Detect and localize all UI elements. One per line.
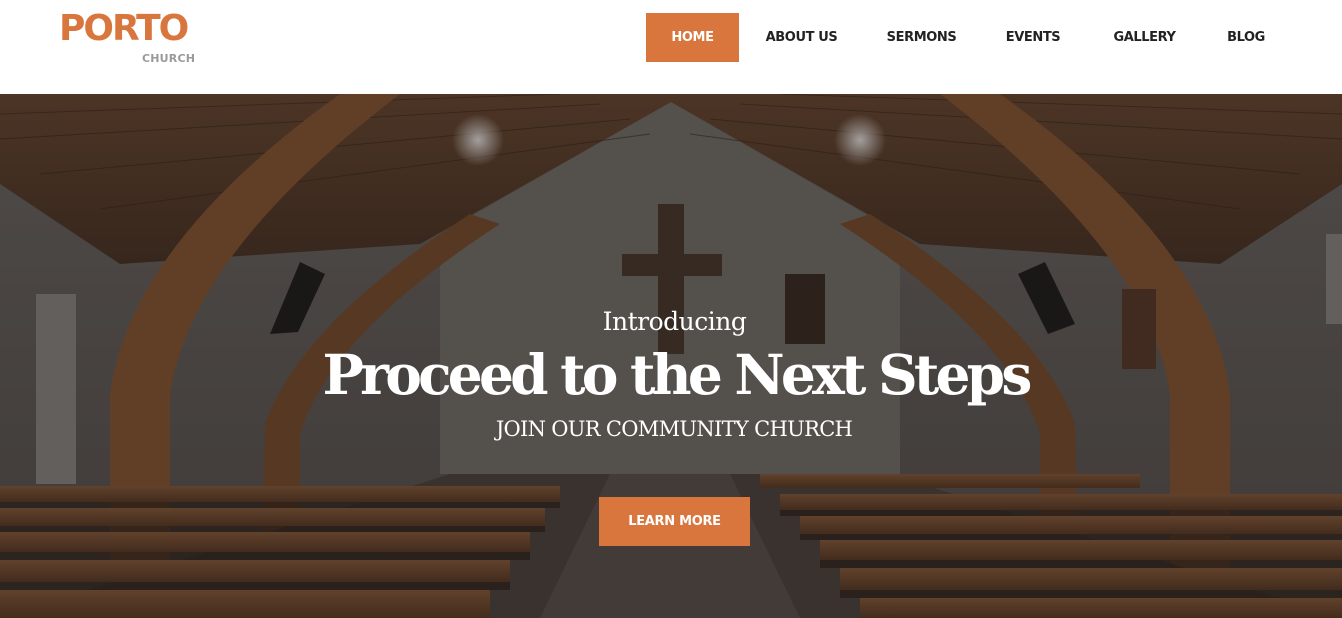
hero-intro-text: Introducing bbox=[602, 307, 747, 336]
nav-item-sermons[interactable]: SERMONS bbox=[864, 13, 979, 62]
main-nav: HOME ABOUT US SERMONS EVENTS GALLERY BLO… bbox=[646, 13, 1290, 62]
hero-title: Proceed to the Next Steps bbox=[322, 342, 1032, 407]
nav-item-gallery[interactable]: GALLERY bbox=[1087, 13, 1202, 62]
nav-item-about-us[interactable]: ABOUT US bbox=[739, 13, 864, 62]
hero-subtitle: JOIN OUR COMMUNITY CHURCH bbox=[495, 417, 853, 441]
logo-subtitle: CHURCH bbox=[142, 52, 196, 65]
learn-more-button[interactable]: LEARN MORE bbox=[599, 497, 750, 546]
hero-section: Introducing Proceed to the Next Steps JO… bbox=[0, 94, 1342, 618]
site-header: PORTO CHURCH HOME ABOUT US SERMONS EVENT… bbox=[0, 0, 1342, 94]
logo[interactable]: PORTO CHURCH bbox=[59, 9, 199, 69]
logo-wordmark: PORTO bbox=[59, 8, 189, 49]
nav-item-events[interactable]: EVENTS bbox=[979, 13, 1087, 62]
nav-item-home[interactable]: HOME bbox=[646, 13, 739, 62]
nav-item-blog[interactable]: BLOG bbox=[1202, 13, 1290, 62]
